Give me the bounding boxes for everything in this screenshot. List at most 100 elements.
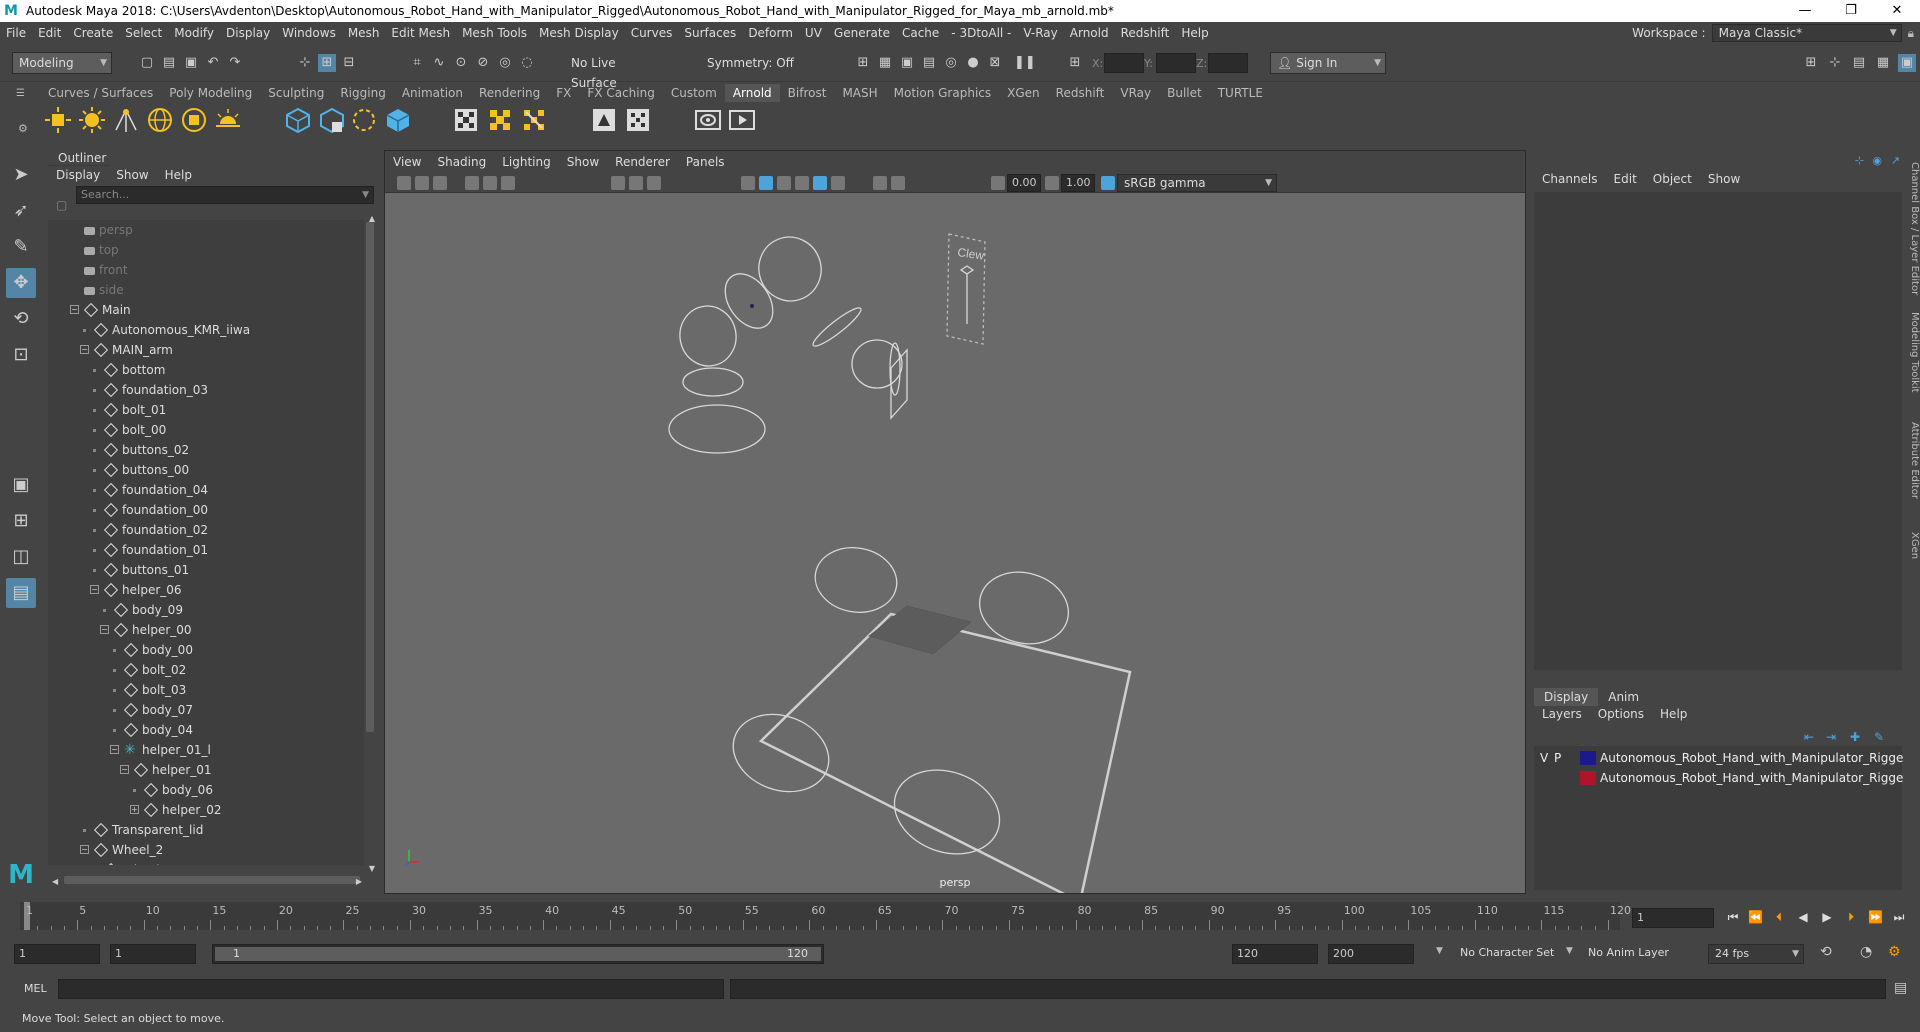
layer-tab[interactable]: Anim [1598,688,1649,706]
animation-prefs-icon[interactable]: ⚙ [1888,944,1901,960]
play-forwards-icon[interactable]: ▶ [1820,910,1834,924]
wireframe-on-shaded-icon[interactable] [777,176,791,190]
outliner-row[interactable]: bottom [48,360,364,380]
area-light-icon[interactable] [44,106,72,134]
layer-color-swatch[interactable] [1580,771,1596,785]
snap-point-icon[interactable]: ⊙ [452,54,470,72]
menu-item[interactable]: Generate [828,26,896,40]
outliner-row[interactable]: Autonomous_KMR_iiwa [48,320,364,340]
outliner-search-input[interactable]: Search... ▼ [76,186,374,204]
menu-item[interactable]: Edit Mesh [385,26,456,40]
render-icon[interactable] [452,106,480,134]
outliner-row[interactable]: − Main [48,300,364,320]
outliner-row[interactable]: + helper_02 [48,800,364,820]
menu-item[interactable]: Curves [625,26,679,40]
x-field[interactable] [1104,53,1144,73]
select-object-icon[interactable]: ⊞ [318,54,336,72]
physical-sky-icon[interactable] [214,106,242,134]
shelf-tab[interactable]: Custom [663,84,725,102]
wheel-control[interactable] [971,563,1076,654]
side-tab[interactable]: Modeling Toolkit [1904,312,1920,393]
arnold-material-icon[interactable] [590,106,618,134]
outliner-menu-item[interactable]: Help [165,168,192,182]
outliner-row[interactable]: Transparent_lid [48,820,364,840]
channel-box-menu-item[interactable]: Edit [1614,172,1637,186]
display-layer-row[interactable]: V P Autonomous_Robot_Hand_with_Manipulator… [1534,748,1920,768]
save-scene-icon[interactable]: ▣ [182,54,200,72]
menu-item[interactable]: Deform [742,26,799,40]
menu-item[interactable]: Help [1175,26,1214,40]
photometric-light-icon[interactable] [112,106,140,134]
step-back-frame-icon[interactable]: ⏴ [1772,910,1786,924]
arnold-lights-icon[interactable] [624,106,652,134]
menu-item[interactable]: Mesh Display [533,26,625,40]
outliner-row[interactable]: body_09 [48,600,364,620]
new-layer-icon[interactable]: ✚ [1850,730,1860,744]
viewport-menu-item[interactable]: Shading [429,155,494,169]
loop-icon[interactable]: ⟲ [1820,944,1832,960]
outliner-row[interactable]: bolt_03 [48,680,364,700]
anim-layer-icon[interactable]: ▼ [1566,946,1573,956]
playback-end-field[interactable]: 120 [1232,944,1318,964]
command-input[interactable] [58,979,724,999]
character-set-label[interactable]: No Character Set [1460,946,1554,959]
menu-item[interactable]: Select [119,26,168,40]
camera-attributes-icon[interactable] [415,176,429,190]
single-perspective-layout-icon[interactable]: ▣ [6,470,36,500]
outliner-row[interactable]: body_04 [48,720,364,740]
layer-menu-item[interactable]: Layers [1542,707,1582,721]
move-tool-icon[interactable]: ✥ [6,268,36,298]
side-tab[interactable]: Attribute Editor [1904,422,1920,499]
attribute-editor-icon[interactable]: ▤ [1850,54,1868,72]
shelf-menu-icon[interactable]: ☰ [16,88,25,99]
expand-toggle-icon[interactable]: − [110,745,119,754]
channel-box-float-icon[interactable]: ↗ [1891,154,1900,167]
outliner-row[interactable]: − MAIN_arm [48,340,364,360]
channel-box-menu-item[interactable]: Channels [1542,172,1598,186]
select-hierarchy-icon[interactable]: ⊹ [296,54,314,72]
lock-icon[interactable]: 🔒︎ [1908,26,1914,41]
y-field[interactable] [1156,53,1196,73]
arnold-ipr-icon[interactable] [728,106,756,134]
search-dropdown-icon[interactable]: ▼ [362,187,369,203]
expand-toggle-icon[interactable]: − [80,345,89,354]
shelf-tab[interactable]: TURTLE [1210,84,1271,102]
menu-item[interactable]: Edit [32,26,67,40]
outliner-row[interactable]: persp [48,220,364,240]
isolate-select-icon[interactable] [891,176,905,190]
channel-box-menu-item[interactable]: Object [1653,172,1692,186]
sign-in-button[interactable]: 👤︎ Sign In ▼ [1270,52,1386,74]
shelf-tab[interactable]: MASH [834,84,885,102]
control-ring[interactable] [750,228,830,309]
move-layer-down-icon[interactable]: ⇥ [1826,730,1836,744]
modeling-toolkit-icon[interactable]: ⊞ [1802,54,1820,72]
viewport-menu-item[interactable]: Renderer [607,155,678,169]
step-forward-key-icon[interactable]: ⏩ [1868,910,1883,924]
outliner-row[interactable]: body_00 [48,640,364,660]
outliner-row[interactable]: body_06 [48,780,364,800]
layer-color-swatch[interactable] [1580,751,1596,765]
outliner-row[interactable]: foundation_01 [48,540,364,560]
menu-item[interactable]: Create [67,26,119,40]
fps-dropdown[interactable]: 24 fps ▼ [1708,944,1804,964]
color-management-icon[interactable] [1101,176,1115,190]
texture-manager-icon[interactable] [486,106,514,134]
wheel-control[interactable] [722,701,839,804]
grid-toggle-icon[interactable] [611,176,625,190]
shelf-tab[interactable]: Arnold [724,84,780,102]
camera-select-icon[interactable] [397,176,411,190]
xray-icon[interactable] [873,176,887,190]
smooth-shade-icon[interactable] [759,176,773,190]
outliner-row[interactable]: Wheel_2_001 [48,860,364,865]
range-slider-bar[interactable]: 1 120 [212,944,824,964]
wheel-control[interactable] [810,541,902,618]
outliner-horizontal-scrollbar[interactable] [64,876,360,884]
snap-grid-icon[interactable]: ⌗ [408,54,426,72]
camera-gizmo[interactable] [959,265,975,324]
move-layer-up-icon[interactable]: ⇤ [1804,730,1814,744]
shelf-tab[interactable]: Animation [394,84,471,102]
lasso-tool-icon[interactable]: ➶ [6,196,36,226]
curve-collector-icon[interactable] [384,106,412,134]
standin-icon[interactable] [284,106,312,134]
expand-toggle-icon[interactable]: − [70,305,79,314]
